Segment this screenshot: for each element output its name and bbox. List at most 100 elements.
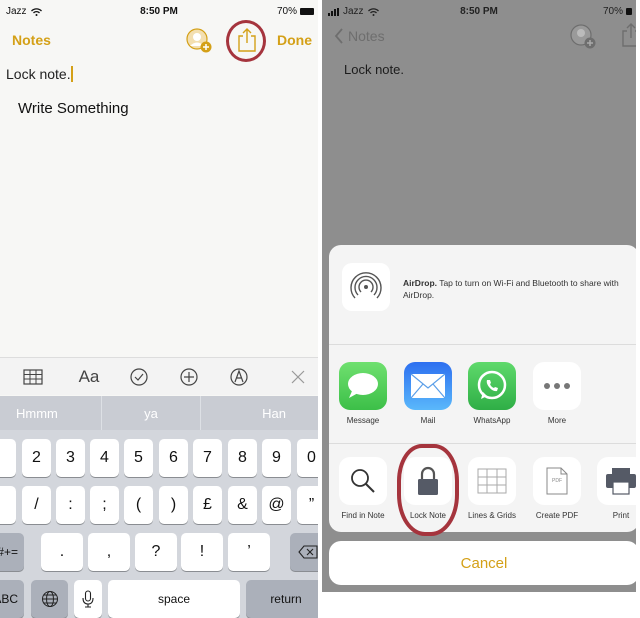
- suggestion-3[interactable]: Han: [201, 396, 318, 430]
- notes-editor-screen: Jazz 8:50 PM 70% Notes Done Lock note. W…: [0, 0, 318, 618]
- note-title-text: Lock note.: [6, 66, 71, 82]
- key[interactable]: &: [228, 486, 257, 524]
- format-button[interactable]: Aa: [74, 366, 104, 388]
- insert-button[interactable]: [178, 366, 200, 388]
- dictation-key[interactable]: [74, 580, 102, 618]
- globe-icon: [41, 591, 58, 607]
- backspace-icon: [298, 545, 318, 559]
- key[interactable]: 3: [56, 439, 85, 477]
- clock: 8:50 PM: [140, 6, 178, 17]
- key[interactable]: 4: [90, 439, 119, 477]
- search-icon: [339, 457, 387, 505]
- add-people-button[interactable]: [186, 28, 212, 54]
- key[interactable]: 9: [262, 439, 291, 477]
- table-button[interactable]: [22, 366, 44, 388]
- printer-icon: [597, 457, 636, 505]
- key[interactable]: £: [193, 486, 222, 524]
- key[interactable]: ;: [90, 486, 119, 524]
- key[interactable]: 0: [297, 439, 318, 477]
- key[interactable]: 6: [159, 439, 188, 477]
- key[interactable]: ): [159, 486, 188, 524]
- done-button[interactable]: Done: [277, 32, 312, 48]
- action-label: Create PDF: [535, 511, 579, 520]
- text-cursor: [70, 66, 73, 82]
- cancel-button[interactable]: Cancel: [329, 541, 636, 585]
- note-title: Lock note.: [344, 62, 404, 77]
- battery-icon: [300, 8, 314, 15]
- share-app-mail[interactable]: Mail: [398, 362, 458, 425]
- note-body[interactable]: Write Something: [18, 100, 129, 117]
- keyboard: 2 3 4 5 6 7 8 9 0 / : ; ( ) £ & @ ” #+= …: [0, 430, 318, 618]
- battery-percent: 70%: [276, 6, 297, 17]
- action-label: Find in Note: [341, 511, 385, 520]
- key[interactable]: 7: [193, 439, 222, 477]
- key[interactable]: .: [41, 533, 83, 571]
- status-bar: Jazz 8:50 PM 70%: [0, 0, 318, 22]
- share-app-message[interactable]: Message: [333, 362, 393, 425]
- delete-key[interactable]: [290, 533, 318, 571]
- checkmark-circle-icon: [130, 368, 148, 386]
- action-row: Find in Note Lock Note Lines & Grids PDF: [329, 445, 636, 532]
- airdrop-description: AirDrop. Tap to turn on Wi-Fi and Blueto…: [403, 277, 631, 301]
- airdrop-title: AirDrop.: [403, 278, 437, 288]
- back-label: Notes: [348, 28, 385, 44]
- key[interactable]: (: [124, 486, 153, 524]
- key[interactable]: /: [22, 486, 51, 524]
- abc-key[interactable]: ABC: [0, 580, 24, 618]
- action-lines-grids[interactable]: Lines & Grids: [462, 457, 522, 520]
- airdrop-icon: [342, 263, 390, 311]
- message-icon: [339, 362, 387, 410]
- key[interactable]: !: [181, 533, 223, 571]
- action-create-pdf[interactable]: PDF Create PDF: [527, 457, 587, 520]
- action-find-in-note[interactable]: Find in Note: [333, 457, 393, 520]
- more-icon: [533, 362, 581, 410]
- globe-key[interactable]: [31, 580, 68, 618]
- key[interactable]: ’: [228, 533, 270, 571]
- airdrop-row[interactable]: AirDrop. Tap to turn on Wi-Fi and Blueto…: [329, 245, 636, 345]
- microphone-icon: [82, 590, 94, 608]
- return-key[interactable]: return: [246, 580, 318, 618]
- pen-tip-icon: [230, 368, 248, 386]
- back-button[interactable]: Notes: [12, 32, 51, 48]
- suggestion-1[interactable]: Hmmm: [0, 396, 103, 430]
- action-print[interactable]: Print: [591, 457, 636, 520]
- annotation-circle-lock-note: [397, 444, 459, 536]
- space-key[interactable]: space: [108, 580, 240, 618]
- suggestion-2[interactable]: ya: [102, 396, 201, 430]
- key[interactable]: 8: [228, 439, 257, 477]
- back-button[interactable]: Notes: [334, 28, 385, 44]
- navbar: Notes Done: [0, 22, 318, 60]
- mail-icon: [404, 362, 452, 410]
- key[interactable]: ,: [88, 533, 130, 571]
- app-label: Message: [346, 416, 380, 425]
- symbols-key[interactable]: #+=: [0, 533, 24, 571]
- format-toolbar: Aa: [0, 357, 318, 395]
- key[interactable]: [0, 486, 16, 524]
- add-people-button[interactable]: [570, 24, 596, 55]
- close-toolbar-button[interactable]: [288, 366, 308, 388]
- predictive-bar: Hmmm ya Han: [0, 396, 318, 430]
- app-share-row: Message Mail WhatsApp More: [329, 346, 636, 444]
- whatsapp-icon: [468, 362, 516, 410]
- share-button[interactable]: [620, 22, 636, 53]
- key-1[interactable]: [0, 439, 16, 477]
- key[interactable]: @: [262, 486, 291, 524]
- share-sheet-screen: Jazz 8:50 PM 70% Notes Lock note. AirDro…: [322, 0, 636, 592]
- plus-circle-icon: [180, 368, 198, 386]
- key[interactable]: ”: [297, 486, 318, 524]
- key[interactable]: ?: [135, 533, 177, 571]
- note-title[interactable]: Lock note.: [6, 66, 73, 82]
- share-sheet: AirDrop. Tap to turn on Wi-Fi and Blueto…: [329, 245, 636, 532]
- status-bar: Jazz 8:50 PM 70%: [322, 0, 636, 22]
- add-person-icon: [186, 28, 212, 53]
- key[interactable]: 2: [22, 439, 51, 477]
- table-icon: [23, 369, 43, 385]
- key[interactable]: 5: [124, 439, 153, 477]
- share-app-more[interactable]: More: [527, 362, 587, 425]
- sketch-button[interactable]: [228, 366, 250, 388]
- key[interactable]: :: [56, 486, 85, 524]
- checklist-button[interactable]: [128, 366, 150, 388]
- share-app-whatsapp[interactable]: WhatsApp: [462, 362, 522, 425]
- battery-icon: [626, 8, 632, 15]
- app-label: Mail: [420, 416, 436, 425]
